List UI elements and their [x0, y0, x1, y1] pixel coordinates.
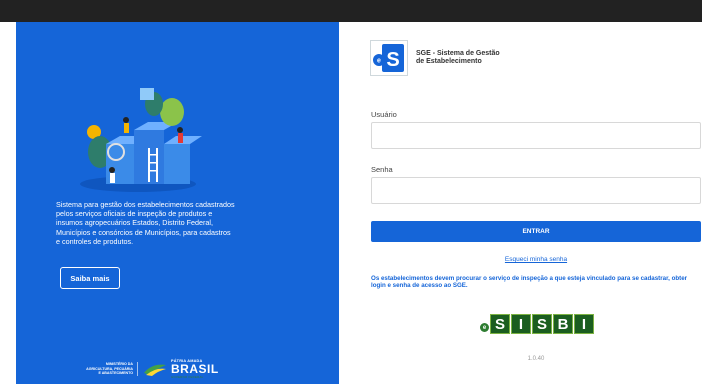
password-label: Senha [371, 165, 393, 174]
svg-text:e: e [377, 58, 381, 65]
password-input[interactable] [371, 177, 701, 204]
ministry-name: MINISTÉRIO DA AGRICULTURA, PECUÁRIA E AB… [64, 362, 138, 376]
forgot-password-link[interactable]: Esqueci minha senha [371, 256, 701, 263]
app-name: SGE - Sistema de Gestão de Estabelecimen… [416, 49, 500, 66]
registration-notice: Os estabelecimentos devem procurar o ser… [371, 275, 688, 290]
svg-text:S: S [386, 49, 399, 71]
username-label: Usuário [371, 110, 397, 119]
es-logo-icon: e S [370, 40, 408, 76]
sisbi-logo: e S I S B I [480, 314, 595, 334]
version-text: 1.0.40 [527, 356, 545, 362]
login-panel: e S SGE - Sistema de Gestão de Estabelec… [339, 22, 702, 384]
brasil-flag-icon [144, 364, 166, 376]
top-bar [0, 0, 702, 22]
government-logo: MINISTÉRIO DA AGRICULTURA, PECUÁRIA E AB… [64, 358, 264, 380]
illustration-image [80, 88, 202, 192]
brasil-brand: PÁTRIA AMADA BRASIL GOVERNO FEDERAL [142, 359, 219, 379]
sisbi-e-icon: e [480, 323, 489, 332]
info-panel: Sistema para gestão dos estabelecimentos… [16, 22, 339, 384]
login-button[interactable]: ENTRAR [371, 221, 701, 242]
app-brand: e S SGE - Sistema de Gestão de Estabelec… [370, 40, 500, 76]
username-input[interactable] [371, 122, 701, 149]
brasil-text: BRASIL [171, 362, 219, 376]
intro-text: Sistema para gestão dos estabelecimentos… [56, 200, 235, 246]
saiba-mais-button[interactable]: Saiba mais [60, 267, 120, 289]
